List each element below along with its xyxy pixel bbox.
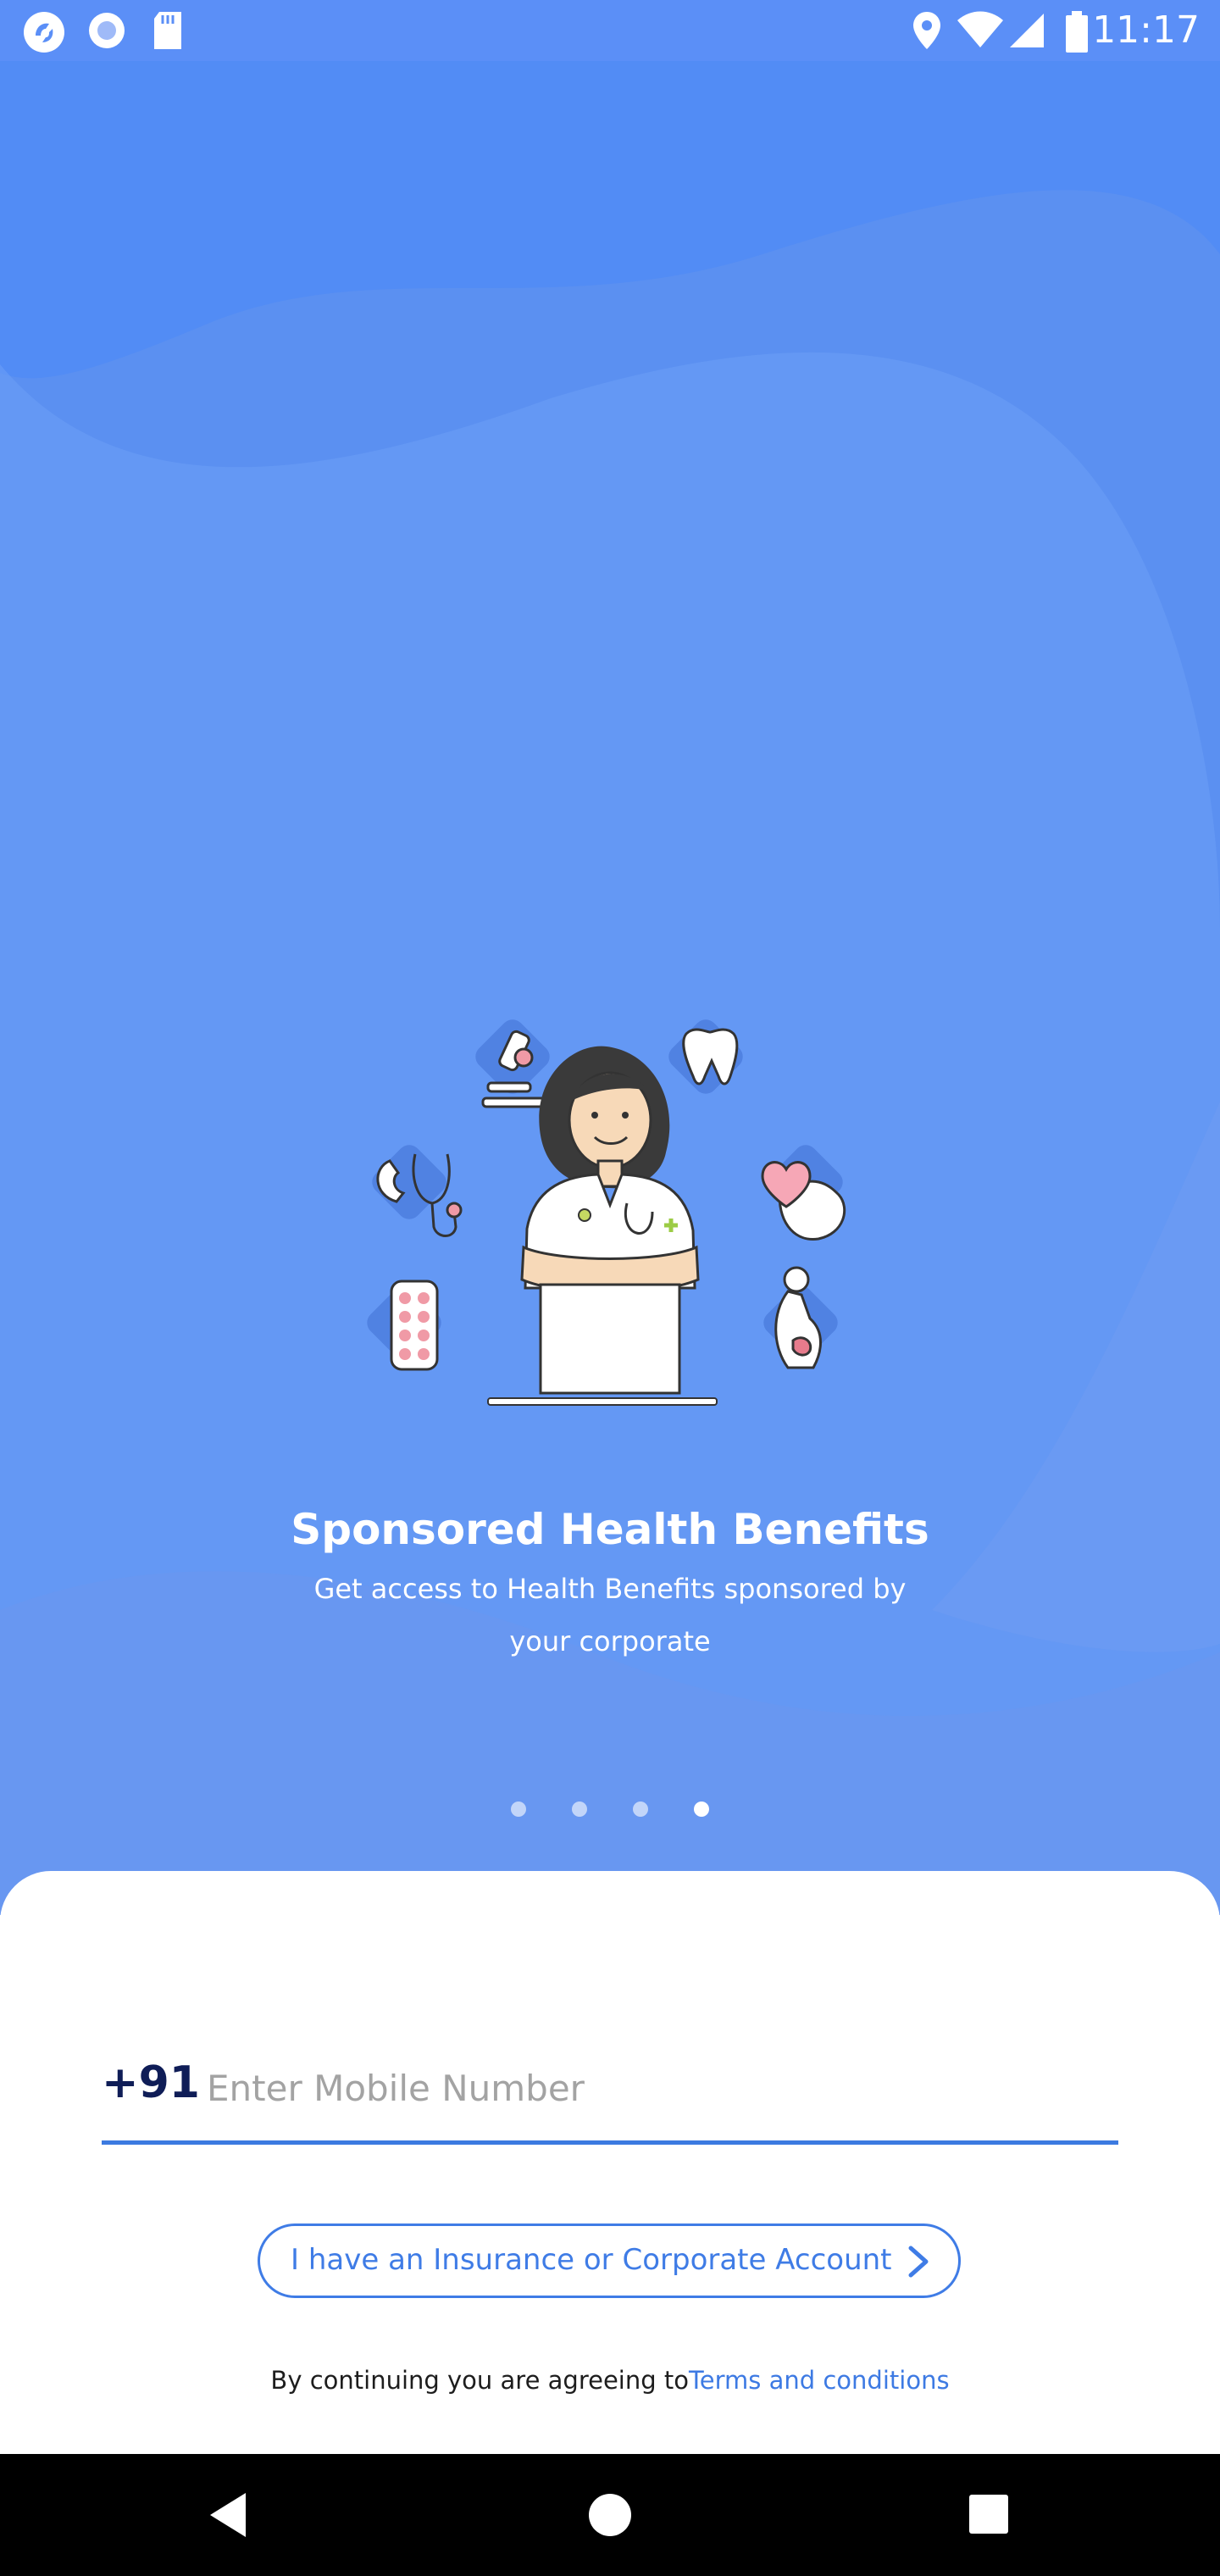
- carousel-indicator: [0, 1802, 1220, 1818]
- app-logo-icon: [24, 12, 64, 53]
- app-screen: Sponsored Health Benefits Get access to …: [0, 0, 1220, 2576]
- carousel-dot-1[interactable]: [511, 1802, 526, 1817]
- recents-icon[interactable]: [964, 2490, 1015, 2540]
- insurance-corporate-account-button[interactable]: I have an Insurance or Corporate Account: [258, 2223, 961, 2298]
- country-code[interactable]: +91: [102, 2057, 200, 2108]
- battery-icon: [1066, 11, 1088, 53]
- wifi-icon: [957, 11, 1003, 47]
- location-icon: [913, 12, 940, 49]
- doctor-illustration: [339, 1008, 881, 1432]
- chevron-right-icon: [908, 2246, 929, 2278]
- terms-and-conditions-link[interactable]: Terms and conditions: [689, 2366, 950, 2395]
- navigation-bar: [0, 2454, 1220, 2576]
- sd-card-icon: [154, 12, 181, 49]
- phone-input-row: +91: [102, 2042, 1118, 2145]
- carousel-dot-3[interactable]: [633, 1802, 648, 1817]
- status-bar: 11:17: [0, 0, 1220, 61]
- record-icon: [89, 13, 125, 48]
- input-underline: [102, 2140, 1118, 2145]
- hero-title: Sponsored Health Benefits: [291, 1505, 929, 1554]
- pills-icon: [390, 1280, 439, 1371]
- terms-notice: By continuing you are agreeing toTerms a…: [0, 2366, 1220, 2395]
- insurance-button-label: I have an Insurance or Corporate Account: [291, 2243, 892, 2277]
- hero-subtitle: Get access to Health Benefits sponsored …: [313, 1573, 907, 1657]
- signal-icon: [1010, 14, 1044, 47]
- terms-prefix: By continuing you are agreeing to: [270, 2366, 689, 2395]
- back-icon[interactable]: [203, 2490, 254, 2540]
- carousel-dot-2[interactable]: [572, 1802, 587, 1817]
- status-time: 11:17: [1092, 8, 1200, 52]
- hero-section: Sponsored Health Benefits Get access to …: [0, 0, 1220, 1915]
- carousel-dot-4-active[interactable]: [694, 1802, 709, 1817]
- home-icon[interactable]: [585, 2490, 635, 2540]
- mobile-number-input[interactable]: [207, 2054, 1105, 2122]
